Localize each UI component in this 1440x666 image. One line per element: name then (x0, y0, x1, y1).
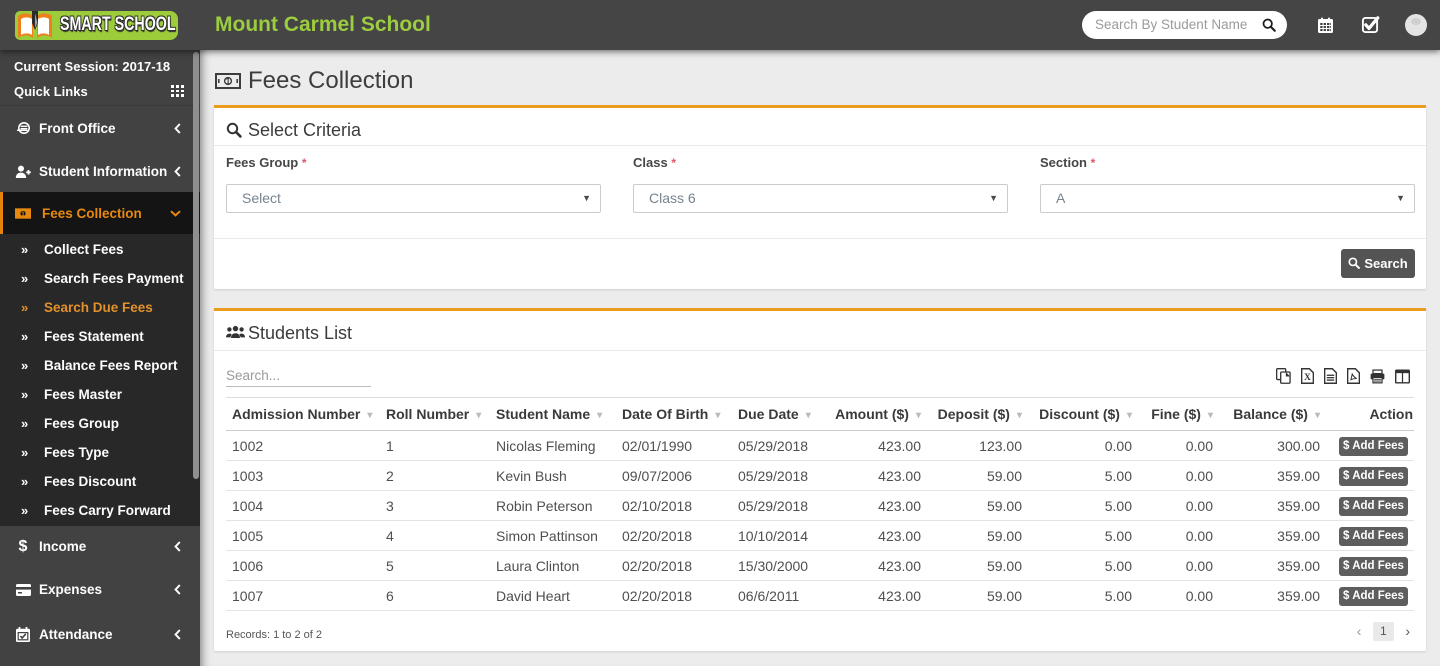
svg-text:1: 1 (226, 77, 231, 86)
svg-text:1: 1 (21, 211, 25, 218)
svg-text:X: X (1304, 373, 1311, 383)
